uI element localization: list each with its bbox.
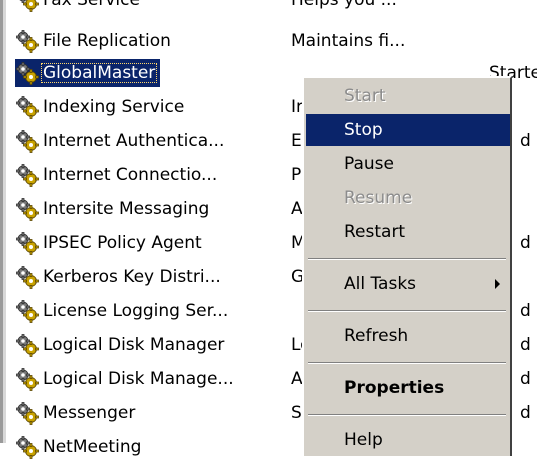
service-name: Internet Connectio... <box>43 165 218 185</box>
gear-icon <box>16 436 39 459</box>
service-row-file-replication[interactable]: File Replication Maintains fi... <box>15 25 537 58</box>
menu-item-all-tasks-label: All Tasks <box>344 274 417 294</box>
menu-separator <box>308 258 506 260</box>
gear-icon <box>16 198 39 221</box>
service-name: Internet Authentica... <box>43 131 225 151</box>
gear-icon <box>16 96 39 119</box>
service-name: License Logging Ser... <box>43 301 229 321</box>
service-status: d <box>520 335 531 355</box>
menu-item-help[interactable]: Help <box>306 424 510 456</box>
service-name-cell: Kerberos Key Distri... <box>15 263 226 291</box>
menu-item-start[interactable]: Start <box>306 80 510 112</box>
gear-icon <box>16 30 39 53</box>
service-name: Logical Disk Manager <box>43 335 225 355</box>
gear-icon <box>16 232 39 255</box>
gear-icon <box>16 368 39 391</box>
service-name-cell: Messenger <box>15 399 140 427</box>
service-description: Helps you ... <box>291 0 397 10</box>
menu-item-pause[interactable]: Pause <box>306 148 510 180</box>
service-name-cell: Logical Disk Manage... <box>15 365 239 393</box>
service-name-cell: Fax Service <box>15 0 145 14</box>
menu-item-all-tasks[interactable]: All Tasks <box>306 268 510 300</box>
menu-separator <box>308 362 506 364</box>
gear-icon <box>16 300 39 323</box>
service-description: A <box>291 199 303 219</box>
service-name-cell: File Replication <box>15 27 176 55</box>
service-name-cell: License Logging Ser... <box>15 297 233 325</box>
service-description: E <box>291 131 302 151</box>
service-name: Fax Service <box>43 0 140 10</box>
menu-separator <box>308 414 506 416</box>
gear-icon <box>16 62 39 85</box>
service-name: NetMeeting <box>43 437 142 457</box>
menu-item-resume[interactable]: Resume <box>306 182 510 214</box>
window-left-edge-highlight <box>3 0 6 443</box>
chevron-right-icon <box>495 279 500 289</box>
menu-item-refresh[interactable]: Refresh <box>306 320 510 352</box>
service-status: d <box>520 131 531 151</box>
service-name-cell: Logical Disk Manager <box>15 331 229 359</box>
service-description: P <box>291 165 302 185</box>
menu-item-restart[interactable]: Restart <box>306 216 510 248</box>
service-description: Maintains fi... <box>291 31 406 51</box>
menu-separator <box>308 310 506 312</box>
gear-icon <box>16 164 39 187</box>
service-name: IPSEC Policy Agent <box>43 233 202 253</box>
service-name: GlobalMaster <box>41 63 158 83</box>
service-status: d <box>520 369 531 389</box>
service-name: Logical Disk Manage... <box>43 369 234 389</box>
service-name: Intersite Messaging <box>43 199 210 219</box>
gear-icon <box>16 402 39 425</box>
service-name-cell: Indexing Service <box>15 93 189 121</box>
service-name: Kerberos Key Distri... <box>43 267 221 287</box>
service-description: A <box>291 369 303 389</box>
service-status: d <box>520 301 531 321</box>
service-description: S <box>291 403 302 423</box>
service-name-cell: GlobalMaster <box>15 59 161 87</box>
service-name-cell: IPSEC Policy Agent <box>15 229 207 257</box>
gear-icon <box>16 130 39 153</box>
service-name: File Replication <box>43 31 171 51</box>
service-name-cell: Intersite Messaging <box>15 195 214 223</box>
service-name: Indexing Service <box>43 97 185 117</box>
context-menu: Start Stop Pause Resume Restart All Task… <box>302 76 512 456</box>
gear-icon <box>19 0 39 12</box>
service-name: Messenger <box>43 403 136 423</box>
service-status: d <box>520 403 531 423</box>
service-name-cell: NetMeeting <box>15 433 146 461</box>
service-name-cell: Internet Connectio... <box>15 161 222 189</box>
service-name-cell: Internet Authentica... <box>15 127 229 155</box>
gear-icon <box>16 334 39 357</box>
service-status: d <box>520 233 531 253</box>
service-row-fax[interactable]: Fax Service Helps you ... <box>15 0 537 17</box>
menu-item-properties[interactable]: Properties <box>306 372 510 404</box>
gear-icon <box>16 266 39 289</box>
menu-item-stop[interactable]: Stop <box>306 114 510 146</box>
